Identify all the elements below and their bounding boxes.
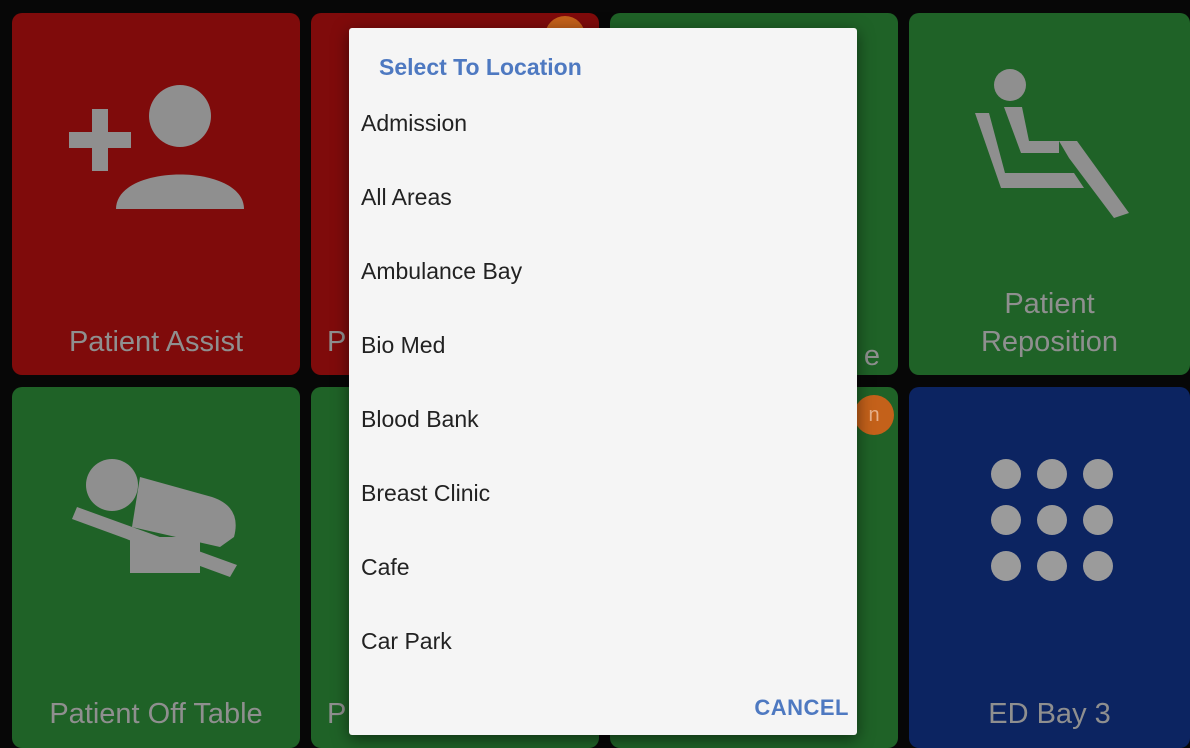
list-item[interactable]: Admission xyxy=(349,98,857,172)
tile-patient-off-table[interactable]: Patient Off Table xyxy=(12,387,300,748)
tile-patient-reposition[interactable]: Patient Reposition xyxy=(909,13,1190,375)
seated-patient-icon xyxy=(975,69,1129,218)
tile-label: ED Bay 3 xyxy=(988,698,1111,730)
dialog-title: Select To Location xyxy=(379,54,582,80)
list-item[interactable]: Car Park xyxy=(349,616,857,690)
list-item[interactable]: Cafe xyxy=(349,542,857,616)
tile-label: e xyxy=(863,340,880,372)
tile-label: Patient Reposition xyxy=(980,288,1119,358)
select-location-dialog: Select To Location Admission All Areas A… xyxy=(349,28,857,735)
patient-on-table-icon xyxy=(72,459,237,577)
tile-label: Patient Assist xyxy=(68,326,244,358)
tile-label: Patient Off Table xyxy=(49,698,263,730)
list-item[interactable]: Ambulance Bay xyxy=(349,246,857,320)
list-item[interactable]: Breast Clinic xyxy=(349,468,857,542)
add-person-icon xyxy=(69,85,244,209)
location-list: Admission All Areas Ambulance Bay Bio Me… xyxy=(349,98,857,690)
list-item[interactable]: Blood Bank xyxy=(349,394,857,468)
tile-ed-bay-3[interactable]: ED Bay 3 xyxy=(909,387,1190,748)
list-item[interactable]: All Areas xyxy=(349,172,857,246)
list-item[interactable]: Bio Med xyxy=(349,320,857,394)
notification-badge: n xyxy=(854,395,894,435)
tile-patient-assist[interactable]: Patient Assist xyxy=(12,13,300,375)
cancel-button[interactable]: CANCEL xyxy=(754,695,849,721)
